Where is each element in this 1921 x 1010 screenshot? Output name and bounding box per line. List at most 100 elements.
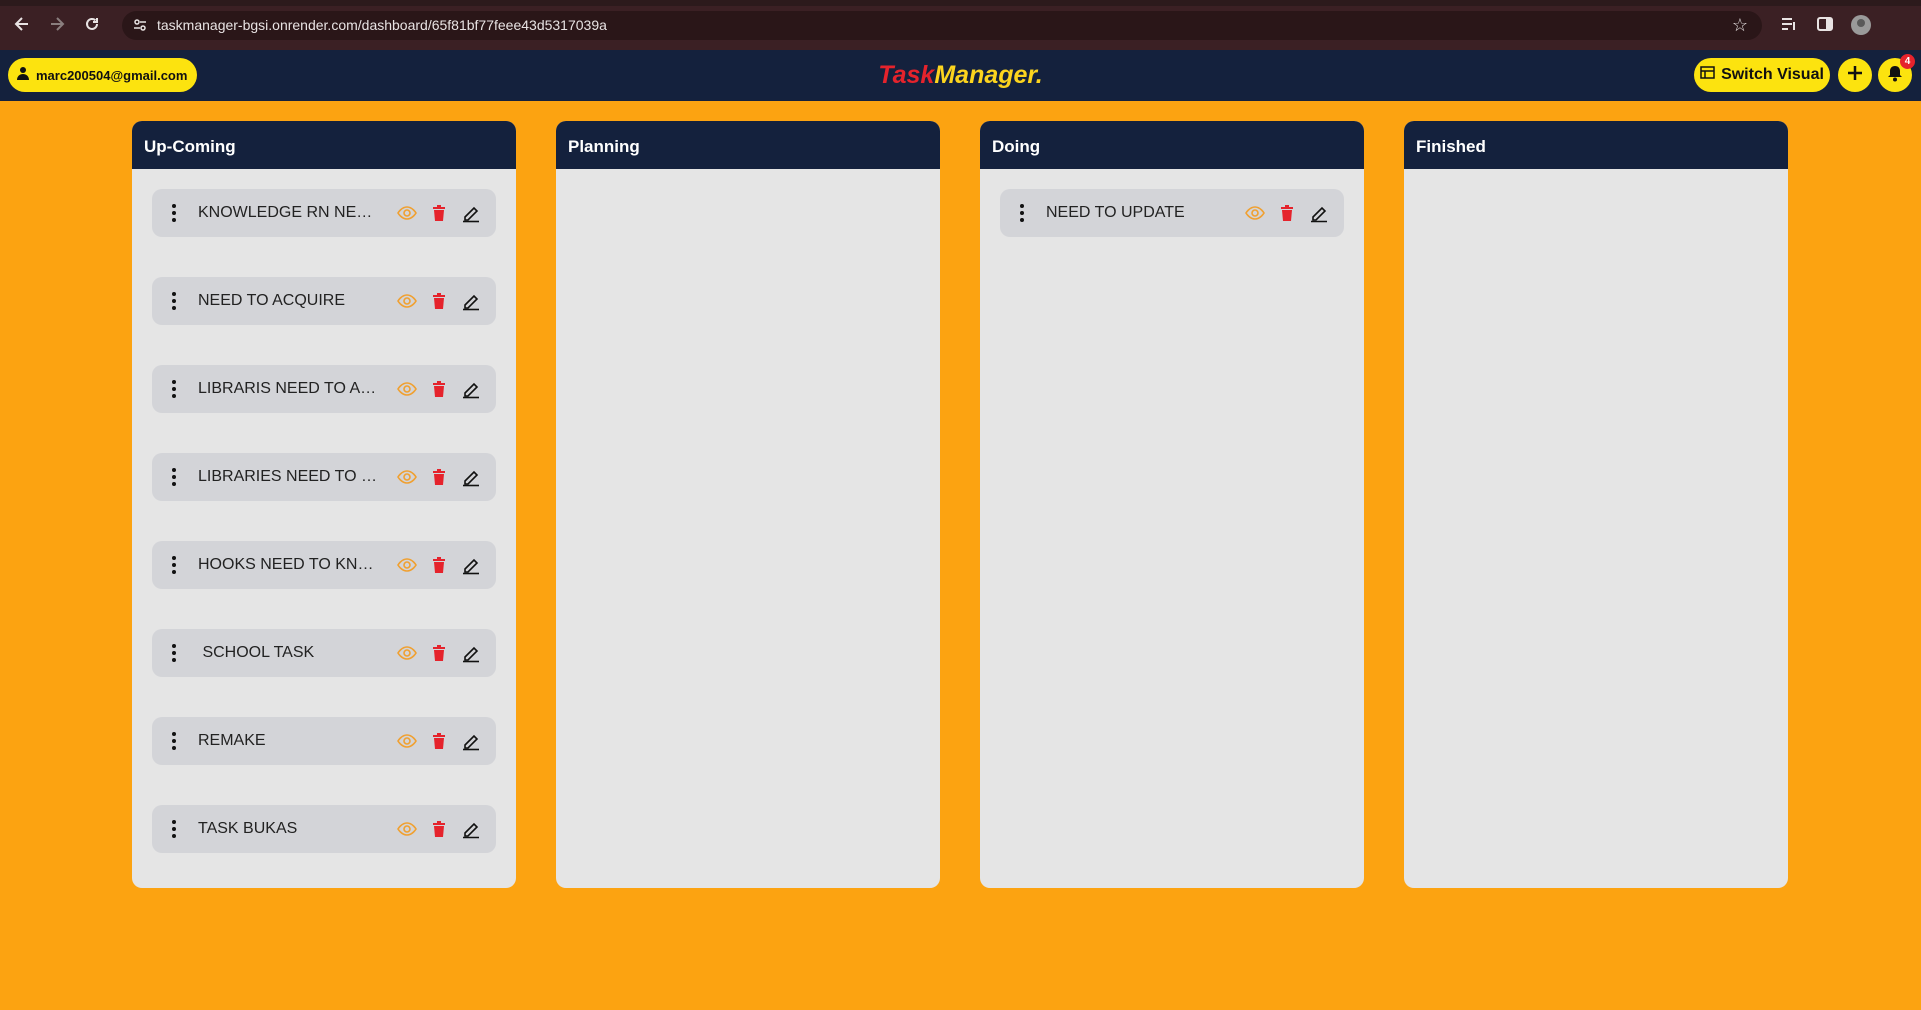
task-card[interactable]: TASK BUKAS [152,805,496,853]
logo-task: Task [878,61,935,89]
column-title: Finished [1404,121,1788,169]
card-actions [396,378,482,400]
view-eye-icon[interactable] [396,818,418,840]
drag-handle-icon[interactable] [164,289,184,313]
view-eye-icon[interactable] [396,378,418,400]
delete-trash-icon[interactable] [428,290,450,312]
card-actions [1244,202,1330,224]
site-info-icon[interactable] [132,17,148,33]
view-eye-icon[interactable] [396,202,418,224]
task-card[interactable]: KNOWLEDGE RN NEED ... [152,189,496,237]
edit-pen-icon[interactable] [1308,202,1330,224]
plus-icon [1846,64,1864,87]
view-eye-icon[interactable] [396,642,418,664]
forward-arrow-icon[interactable] [45,14,69,38]
card-actions [396,466,482,488]
column-finished[interactable]: Finished [1404,121,1788,888]
add-task-button[interactable] [1838,58,1872,92]
task-title: LIBRARIS NEED TO ACC... [198,380,380,397]
task-title: REMAKE [198,732,266,749]
side-panel-icon[interactable] [1815,14,1837,36]
edit-pen-icon[interactable] [460,290,482,312]
drag-handle-icon[interactable] [164,465,184,489]
edit-pen-icon[interactable] [460,466,482,488]
switch-visual-button[interactable]: Switch Visual [1694,58,1830,92]
edit-pen-icon[interactable] [460,818,482,840]
url-text[interactable]: taskmanager-bgsi.onrender.com/dashboard/… [157,17,607,33]
task-card[interactable]: LIBRARIES NEED TO IM... [152,453,496,501]
notifications-button[interactable]: 4 [1878,54,1915,92]
task-title: LIBRARIES NEED TO IM... [198,468,380,485]
switch-visual-label: Switch Visual [1721,66,1824,83]
task-card[interactable]: REMAKE [152,717,496,765]
column-title: Planning [556,121,940,169]
column-up-coming[interactable]: Up-Coming KNOWLEDGE RN NEED ... NEED TO AC… [132,121,516,888]
card-actions [396,554,482,576]
reload-icon[interactable] [80,14,104,38]
bell-icon [1886,64,1904,87]
view-eye-icon[interactable] [396,466,418,488]
view-eye-icon[interactable] [396,290,418,312]
card-actions [396,730,482,752]
drag-handle-icon[interactable] [164,641,184,665]
browser-toolbar: taskmanager-bgsi.onrender.com/dashboard/… [0,0,1921,50]
task-card[interactable]: HOOKS NEED TO KNOW [152,541,496,589]
tab-strip [0,0,1921,6]
card-actions [396,642,482,664]
drag-handle-icon[interactable] [164,817,184,841]
delete-trash-icon[interactable] [428,642,450,664]
delete-trash-icon[interactable] [428,730,450,752]
column-title: Doing [980,121,1364,169]
task-title: KNOWLEDGE RN NEED ... [198,204,380,221]
task-card[interactable]: NEED TO ACQUIRE [152,277,496,325]
card-list [1404,169,1788,189]
notification-count-badge: 4 [1900,54,1915,69]
delete-trash-icon[interactable] [428,818,450,840]
media-controls-icon[interactable] [1779,14,1801,36]
view-eye-icon[interactable] [396,730,418,752]
drag-handle-icon[interactable] [164,729,184,753]
edit-pen-icon[interactable] [460,378,482,400]
card-list: NEED TO UPDATE [980,169,1364,237]
drag-handle-icon[interactable] [1012,201,1032,225]
column-doing[interactable]: Doing NEED TO UPDATE [980,121,1364,888]
column-title: Up-Coming [132,121,516,169]
edit-pen-icon[interactable] [460,730,482,752]
delete-trash-icon[interactable] [428,378,450,400]
drag-handle-icon[interactable] [164,377,184,401]
edit-pen-icon[interactable] [460,202,482,224]
task-title: SCHOOL TASK [198,644,315,661]
view-eye-icon[interactable] [1244,202,1266,224]
card-actions [396,290,482,312]
task-card[interactable]: NEED TO UPDATE [1000,189,1344,237]
edit-pen-icon[interactable] [460,642,482,664]
edit-pen-icon[interactable] [460,554,482,576]
task-card[interactable]: SCHOOL TASK [152,629,496,677]
column-planning[interactable]: Planning [556,121,940,888]
drag-handle-icon[interactable] [164,553,184,577]
card-list: KNOWLEDGE RN NEED ... NEED TO ACQUIRE LIBR… [132,169,516,853]
address-bar[interactable]: taskmanager-bgsi.onrender.com/dashboard/… [122,11,1762,40]
card-actions [396,202,482,224]
task-title: HOOKS NEED TO KNOW [198,556,380,573]
delete-trash-icon[interactable] [428,466,450,488]
app-header: marc200504@gmail.com TaskManager. Switch… [0,50,1921,101]
logo-manager: Manager. [934,61,1043,89]
table-icon [1700,65,1715,85]
task-title: TASK BUKAS [198,820,298,837]
task-title: NEED TO ACQUIRE [198,292,345,309]
view-eye-icon[interactable] [396,554,418,576]
card-actions [396,818,482,840]
task-card[interactable]: LIBRARIS NEED TO ACC... [152,365,496,413]
kanban-board: Up-Coming KNOWLEDGE RN NEED ... NEED TO AC… [132,121,1788,888]
delete-trash-icon[interactable] [428,202,450,224]
delete-trash-icon[interactable] [1276,202,1298,224]
bookmark-star-icon[interactable]: ☆ [1732,15,1748,36]
app-logo: TaskManager. [0,61,1921,90]
profile-avatar-icon[interactable] [1850,14,1872,36]
card-list [556,169,940,189]
back-arrow-icon[interactable] [10,14,34,38]
task-title: NEED TO UPDATE [1046,204,1185,221]
delete-trash-icon[interactable] [428,554,450,576]
drag-handle-icon[interactable] [164,201,184,225]
